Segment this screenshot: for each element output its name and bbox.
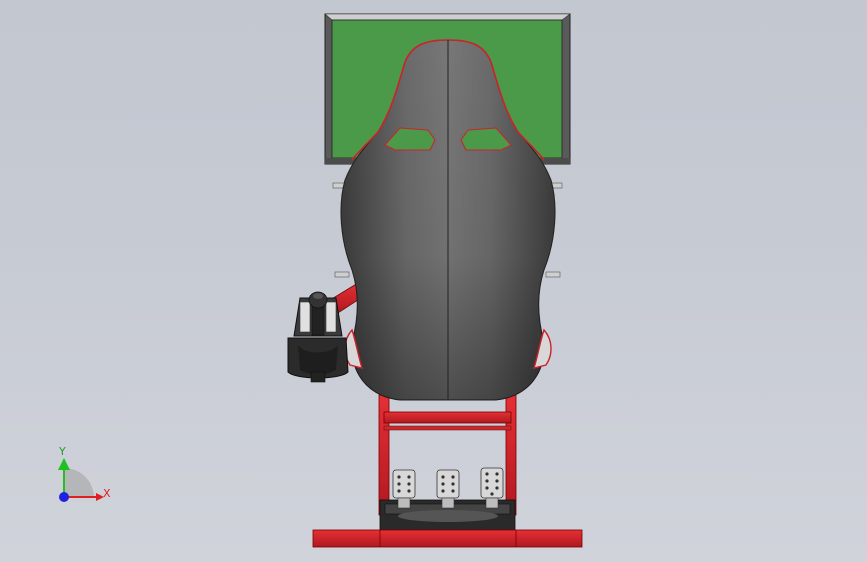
cad-viewport[interactable]: X Y <box>0 0 867 562</box>
z-axis-marker <box>59 492 69 502</box>
y-axis-arrow <box>58 458 70 470</box>
base-rail[interactable] <box>312 529 583 548</box>
x-axis-label: X <box>103 487 111 500</box>
coordinate-triad: X Y <box>58 445 111 502</box>
y-axis-label: Y <box>58 445 66 458</box>
